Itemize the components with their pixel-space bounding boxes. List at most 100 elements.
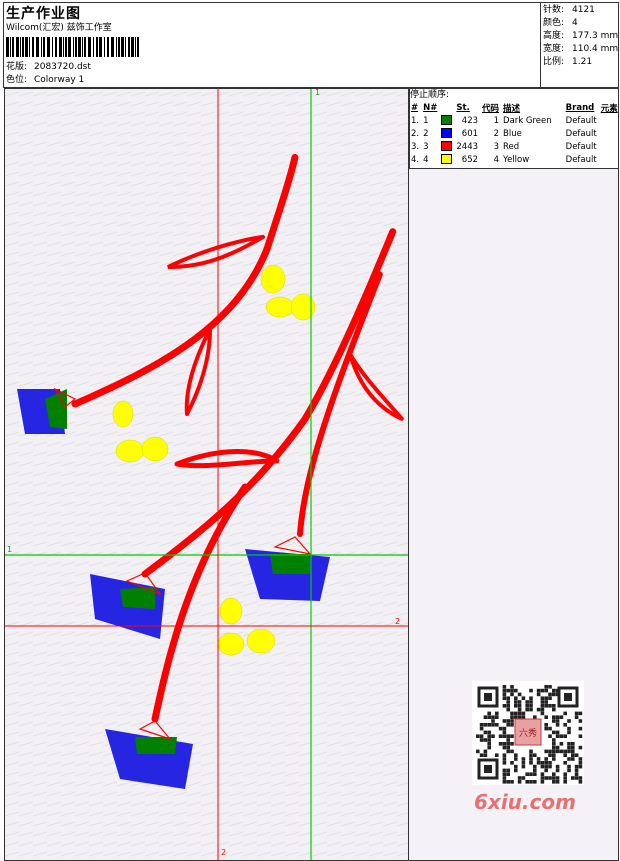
qr-module bbox=[479, 723, 484, 727]
row-n: 1 bbox=[423, 115, 429, 126]
qr-module bbox=[506, 704, 510, 708]
qr-module bbox=[498, 734, 503, 738]
color-swatch bbox=[439, 153, 454, 166]
qr-module bbox=[540, 696, 545, 700]
qr-module bbox=[483, 753, 488, 757]
row-desc: Dark Green bbox=[503, 115, 552, 126]
qr-module bbox=[555, 719, 560, 723]
qr-module bbox=[506, 768, 510, 773]
qr-module bbox=[563, 772, 567, 776]
qr-module bbox=[487, 742, 491, 746]
qr-module bbox=[544, 723, 548, 727]
qr-module bbox=[571, 749, 575, 754]
qr-module bbox=[506, 688, 510, 693]
qr-module bbox=[578, 764, 583, 769]
qr-module bbox=[563, 761, 567, 765]
barcode-bar bbox=[6, 37, 9, 57]
qr-module bbox=[571, 757, 575, 761]
qr-module bbox=[529, 757, 533, 761]
qr-module bbox=[563, 749, 567, 754]
table-row: 1. 1 423 1 Dark Green Default bbox=[409, 114, 620, 127]
barcode-bar bbox=[75, 37, 77, 57]
qr-module bbox=[510, 734, 514, 738]
qr-module bbox=[514, 757, 518, 761]
barcode-bar bbox=[111, 37, 114, 57]
column-header: 元素 bbox=[600, 103, 618, 114]
qr-module bbox=[567, 757, 571, 761]
column-header: St. bbox=[456, 102, 470, 113]
qr-module bbox=[552, 757, 556, 761]
qr-module bbox=[514, 700, 518, 704]
qr-module bbox=[552, 715, 556, 719]
qr-module bbox=[517, 715, 522, 719]
qr-module bbox=[567, 768, 571, 773]
qr-module bbox=[574, 711, 579, 716]
qr-module bbox=[578, 761, 583, 765]
qr-module bbox=[521, 761, 526, 765]
qr-module bbox=[544, 715, 548, 719]
guide-label-red-h: 2 bbox=[395, 617, 401, 626]
qr-module bbox=[510, 692, 514, 697]
qr-module bbox=[533, 772, 537, 776]
qr-module bbox=[506, 719, 510, 723]
qr-module bbox=[517, 776, 522, 780]
qr-module bbox=[559, 742, 564, 746]
guide-label-green-v: 1 bbox=[315, 89, 321, 97]
qr-module bbox=[540, 700, 545, 704]
qr-module bbox=[502, 685, 507, 689]
stop-sequence-table: # N# St. 代码 描述 Brand 元素 1. 1 423 1 Dark … bbox=[409, 101, 620, 166]
row-brand: Default bbox=[565, 115, 597, 126]
row-index: 2. bbox=[411, 128, 420, 139]
qr-module bbox=[578, 757, 583, 761]
qr-module bbox=[510, 688, 514, 693]
barcode-bar bbox=[118, 37, 120, 57]
qr-module bbox=[487, 734, 491, 738]
swatch-box bbox=[441, 115, 453, 126]
qr-module bbox=[517, 704, 522, 708]
qr-module bbox=[510, 761, 514, 765]
qr-module bbox=[567, 730, 571, 735]
row-index: 1. bbox=[411, 115, 420, 126]
qr-module bbox=[567, 742, 571, 746]
row-n: 3 bbox=[423, 141, 429, 152]
scale-label: 比例: bbox=[543, 57, 565, 67]
qr-module bbox=[506, 723, 510, 727]
qr-module bbox=[578, 776, 583, 780]
qr-module bbox=[563, 723, 567, 727]
barcode-bar bbox=[78, 37, 81, 57]
qr-module bbox=[510, 715, 514, 719]
qr-module bbox=[506, 780, 510, 784]
barcode-bar bbox=[137, 37, 139, 57]
qr-module bbox=[548, 761, 552, 765]
qr-module bbox=[555, 723, 560, 727]
row-index: 4. bbox=[411, 154, 420, 165]
qr-module bbox=[487, 738, 491, 742]
qr-module bbox=[544, 749, 548, 754]
yellow-leaf bbox=[112, 400, 134, 428]
qr-module bbox=[578, 780, 583, 784]
qr-module bbox=[548, 692, 552, 697]
barcode-bar bbox=[16, 37, 19, 57]
qr-module bbox=[491, 734, 495, 738]
qr-module bbox=[498, 726, 503, 731]
qr-module bbox=[529, 704, 533, 708]
qr-module bbox=[521, 696, 526, 700]
qr-module bbox=[540, 688, 545, 693]
qr-module bbox=[574, 715, 579, 719]
row-code: 2 bbox=[493, 128, 500, 139]
row-brand: Default bbox=[565, 128, 597, 139]
qr-module bbox=[517, 692, 522, 697]
column-header-swatch bbox=[439, 101, 454, 114]
row-brand: Default bbox=[565, 154, 597, 165]
barcode-bar bbox=[10, 37, 11, 57]
yellow-leaf bbox=[141, 436, 169, 462]
barcode-bar bbox=[82, 37, 83, 57]
qr-module bbox=[502, 776, 507, 780]
width-value: 110.4 mm bbox=[572, 44, 619, 54]
qr-module bbox=[506, 700, 510, 704]
qr-module bbox=[536, 757, 541, 761]
qr-module bbox=[525, 780, 529, 784]
qr-module bbox=[571, 753, 575, 757]
row-stitches: 601 bbox=[461, 128, 479, 139]
barcode-bar bbox=[25, 37, 28, 57]
